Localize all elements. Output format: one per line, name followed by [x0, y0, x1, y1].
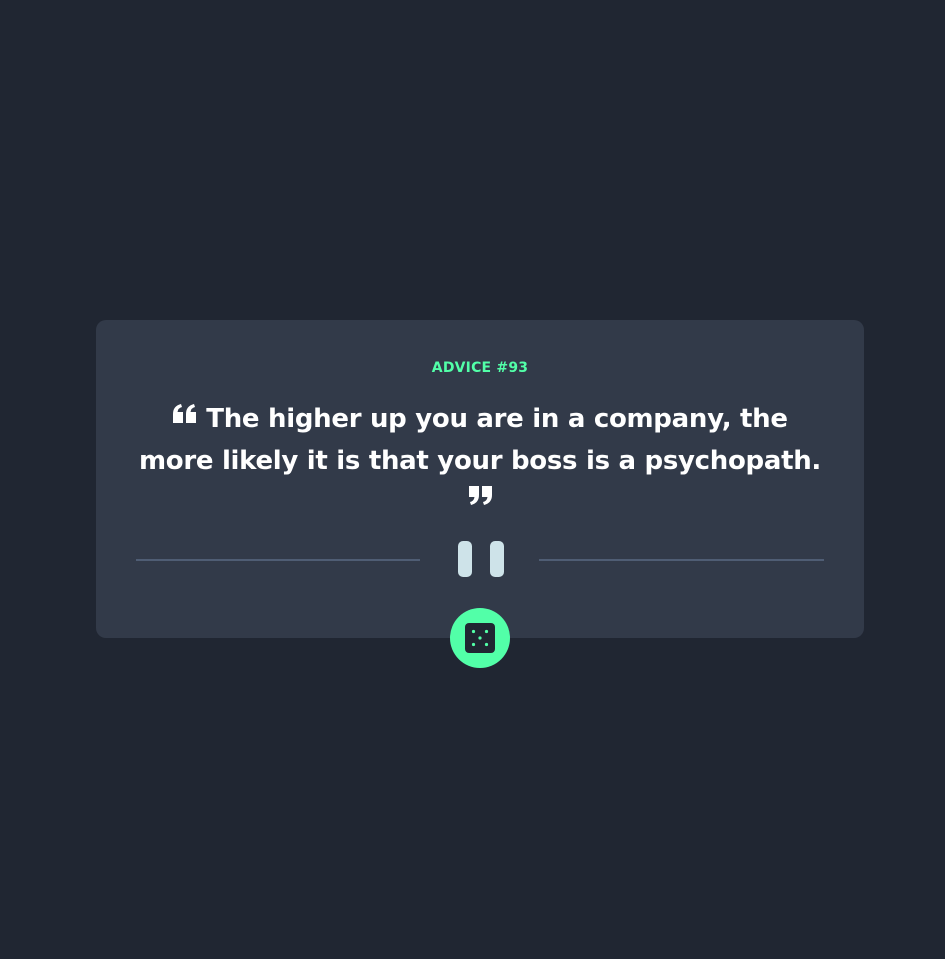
pattern-divider: [136, 540, 824, 580]
generate-advice-button[interactable]: [450, 608, 510, 668]
quote-close-icon: [469, 486, 492, 505]
divider-line-right: [539, 559, 824, 561]
advice-id: ADVICE #93: [431, 360, 529, 376]
dice-icon: [465, 623, 495, 653]
divider-line-left: [136, 559, 420, 561]
advice-card: ADVICE #93 The higher up you are in a co…: [96, 320, 864, 638]
pause-icon: [458, 541, 504, 577]
advice-quote-text: The higher up you are in a company, the …: [138, 404, 822, 476]
quote-open-icon: [173, 404, 197, 423]
advice-quote: The higher up you are in a company, the …: [132, 398, 828, 506]
